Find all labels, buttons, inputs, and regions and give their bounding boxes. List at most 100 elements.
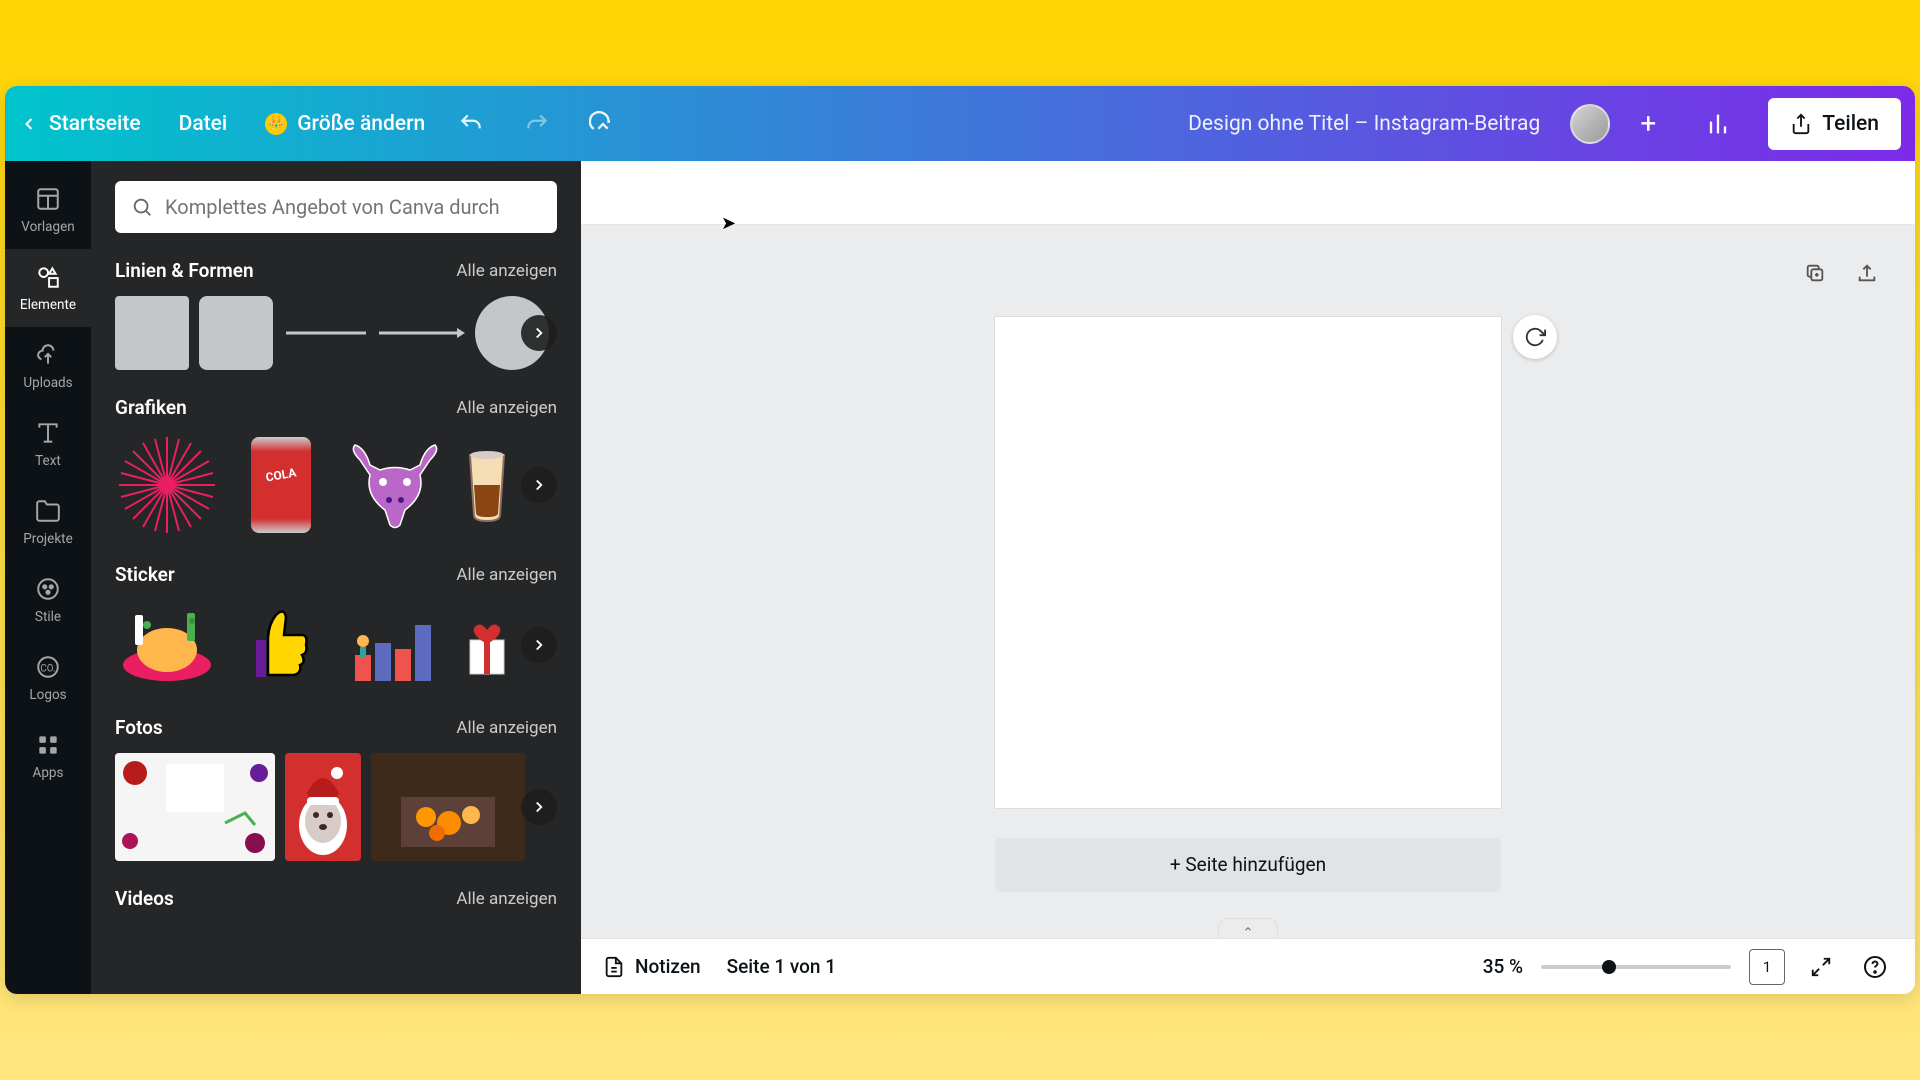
shape-rounded-square[interactable] — [199, 296, 273, 370]
rail-logos[interactable]: CO. Logos — [5, 639, 91, 717]
see-all-photos[interactable]: Alle anzeigen — [456, 718, 557, 738]
canvas-page-1[interactable] — [995, 317, 1501, 808]
chevron-right-icon — [530, 798, 548, 816]
rail-projects[interactable]: Projekte — [5, 483, 91, 561]
elements-search-box[interactable] — [115, 181, 557, 233]
user-avatar[interactable] — [1570, 104, 1610, 144]
bar-chart-icon — [1704, 110, 1732, 138]
fullscreen-button[interactable] — [1803, 949, 1839, 985]
help-icon — [1863, 955, 1887, 979]
share-label: Teilen — [1822, 112, 1879, 136]
page-grid-button[interactable]: 1 — [1749, 949, 1785, 985]
elements-search-input[interactable] — [165, 195, 541, 219]
design-title[interactable]: Design ohne Titel – Instagram-Beitrag — [1188, 112, 1540, 136]
add-page-label: + Seite hinzufügen — [1170, 853, 1326, 876]
chevron-up-icon — [1241, 924, 1255, 934]
refresh-icon — [1524, 326, 1546, 348]
page-count-label: 1 — [1763, 958, 1771, 976]
cloud-sync-button[interactable] — [583, 104, 623, 144]
photo-harvest-box[interactable] — [371, 753, 525, 861]
sticker-gift-heart[interactable] — [457, 600, 517, 690]
duplicate-icon — [1804, 262, 1826, 284]
rail-uploads[interactable]: Uploads — [5, 327, 91, 405]
rail-uploads-label: Uploads — [23, 375, 72, 391]
notes-button[interactable]: Notizen — [603, 955, 701, 978]
cloud-icon — [589, 110, 617, 138]
file-menu[interactable]: Datei — [179, 112, 228, 136]
chevron-left-icon — [19, 114, 39, 134]
scroll-next-stickers[interactable] — [521, 627, 557, 663]
section-title-photos: Fotos — [115, 716, 163, 739]
zoom-label[interactable]: 35 % — [1483, 955, 1523, 978]
canvas-scroll[interactable]: + Seite hinzufügen — [581, 225, 1915, 932]
section-lines-shapes: Linien & Formen Alle anzeigen — [115, 259, 557, 370]
rail-elements[interactable]: Elemente — [5, 249, 91, 327]
resize-button[interactable]: 👑 Größe ändern — [265, 112, 425, 136]
graphic-glass[interactable] — [457, 433, 517, 537]
chevron-right-icon — [530, 476, 548, 494]
zoom-slider-handle[interactable] — [1602, 960, 1616, 974]
undo-button[interactable] — [451, 104, 491, 144]
section-photos: Fotos Alle anzeigen — [115, 716, 557, 861]
search-icon — [131, 196, 153, 218]
add-page-button[interactable]: + Seite hinzufügen — [995, 838, 1501, 892]
templates-icon — [34, 185, 62, 213]
redo-button[interactable] — [517, 104, 557, 144]
rail-text[interactable]: Text — [5, 405, 91, 483]
canvas-contextual-toolbar: ➤ — [581, 161, 1915, 225]
rail-logos-label: Logos — [29, 687, 66, 703]
see-all-stickers[interactable]: Alle anzeigen — [456, 565, 557, 585]
page-export-button[interactable] — [1847, 253, 1887, 293]
text-icon — [34, 419, 62, 447]
sticker-thumbs-up[interactable] — [229, 600, 333, 690]
top-bar: Startseite Datei 👑 Größe ändern Design o… — [5, 86, 1915, 161]
resize-label: Größe ändern — [297, 112, 425, 136]
zoom-slider[interactable] — [1541, 965, 1731, 969]
svg-text:CO.: CO. — [40, 663, 55, 674]
share-icon — [1790, 113, 1812, 135]
rail-styles-label: Stile — [35, 609, 61, 625]
share-button[interactable]: Teilen — [1768, 98, 1901, 150]
help-button[interactable] — [1857, 949, 1893, 985]
sticker-turkey-platter[interactable] — [115, 600, 219, 690]
projects-icon — [34, 497, 62, 525]
rail-text-label: Text — [35, 453, 61, 469]
rail-styles[interactable]: Stile — [5, 561, 91, 639]
page-indicator: Seite 1 von 1 — [727, 955, 836, 978]
sticker-bar-chart-growth[interactable] — [343, 600, 447, 690]
scroll-next-shapes[interactable] — [521, 315, 557, 351]
uploads-icon — [34, 341, 62, 369]
photo-ornaments-flatlay[interactable] — [115, 753, 275, 861]
shape-arrow-line[interactable] — [379, 296, 465, 370]
scroll-next-photos[interactable] — [521, 789, 557, 825]
expand-timeline-tab[interactable] — [1218, 918, 1278, 938]
scroll-next-graphics[interactable] — [521, 467, 557, 503]
chevron-right-icon — [530, 324, 548, 342]
plus-icon: + — [1640, 107, 1656, 140]
fullscreen-icon — [1810, 956, 1832, 978]
regenerate-button[interactable] — [1513, 315, 1557, 359]
graphic-starburst[interactable] — [115, 433, 219, 537]
shape-square[interactable] — [115, 296, 189, 370]
rail-apps[interactable]: Apps — [5, 717, 91, 795]
graphic-cola-can[interactable] — [229, 433, 333, 537]
see-all-lines-shapes[interactable]: Alle anzeigen — [456, 261, 557, 281]
add-collaborator-button[interactable]: + — [1628, 104, 1668, 144]
back-home-button[interactable]: Startseite — [19, 112, 141, 136]
photo-dog-santa-hat[interactable] — [285, 753, 361, 861]
duplicate-page-button[interactable] — [1795, 253, 1835, 293]
page-controls — [1795, 253, 1887, 293]
logos-icon: CO. — [34, 653, 62, 681]
bottom-bar: Notizen Seite 1 von 1 35 % 1 — [581, 938, 1915, 994]
rail-templates[interactable]: Vorlagen — [5, 171, 91, 249]
see-all-graphics[interactable]: Alle anzeigen — [456, 398, 557, 418]
rail-apps-label: Apps — [33, 765, 64, 781]
section-graphics: Grafiken Alle anzeigen — [115, 396, 557, 537]
elements-icon — [34, 263, 62, 291]
notes-icon — [603, 956, 625, 978]
notes-label: Notizen — [635, 955, 701, 978]
shape-line[interactable] — [283, 296, 369, 370]
analytics-button[interactable] — [1698, 104, 1738, 144]
graphic-bull-skull[interactable] — [343, 433, 447, 537]
see-all-videos[interactable]: Alle anzeigen — [456, 889, 557, 909]
